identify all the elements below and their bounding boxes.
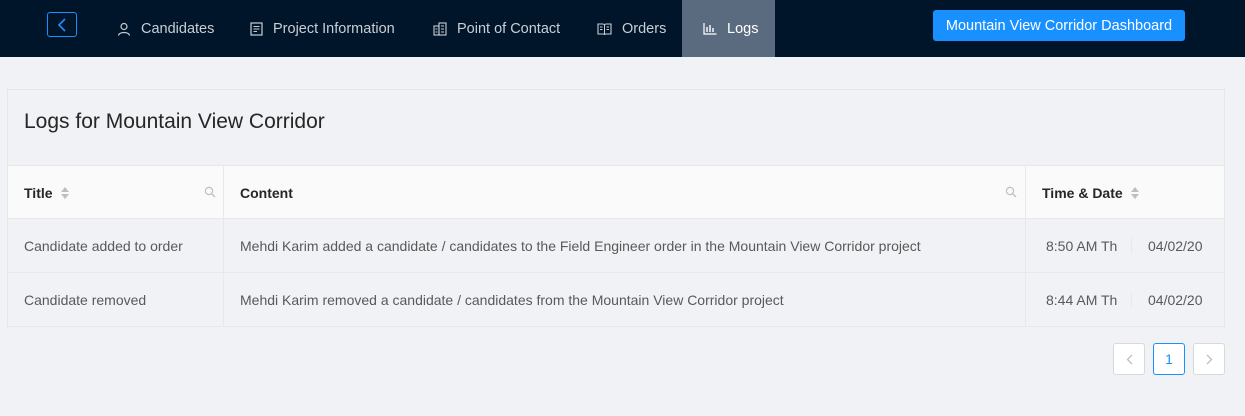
nav-item-label: Project Information [273, 20, 395, 37]
chevron-right-icon [1206, 354, 1212, 364]
project-dashboard-button[interactable]: Mountain View Corridor Dashboard [933, 10, 1185, 41]
nav-item-orders[interactable]: Orders [597, 0, 666, 57]
nav-item-candidates[interactable]: Candidates [117, 0, 214, 57]
pagination-prev-button[interactable] [1113, 343, 1145, 375]
log-title: Candidate added to order [24, 237, 183, 254]
document-icon [250, 21, 263, 36]
column-divider [1025, 166, 1026, 219]
sort-icon[interactable] [60, 186, 69, 199]
nav-item-label: Orders [622, 20, 667, 37]
back-button[interactable] [47, 12, 77, 37]
nav-item-label: Candidates [141, 20, 215, 37]
nav-item-label: Point of Contact [457, 20, 561, 37]
nav-item-label: Logs [727, 20, 759, 37]
log-date: 04/02/20 [1148, 237, 1203, 254]
table-row: Candidate added to order Mehdi Karim add… [8, 219, 1224, 273]
log-content: Mehdi Karim removed a candidate / candid… [240, 291, 784, 308]
book-icon [597, 23, 612, 35]
cell-separator [1131, 292, 1132, 308]
user-icon [117, 22, 131, 36]
pagination-next-button[interactable] [1193, 343, 1225, 375]
log-time: 8:44 AM Th [1046, 291, 1118, 308]
table-row: Candidate removed Mehdi Karim removed a … [8, 273, 1224, 327]
column-divider [223, 273, 224, 326]
nav-item-project-information[interactable]: Project Information [250, 0, 395, 57]
column-header-label: Time & Date [1042, 184, 1123, 201]
search-icon[interactable] [204, 186, 216, 198]
column-header-content: Content [240, 166, 293, 219]
sort-icon[interactable] [1130, 186, 1139, 199]
log-date: 04/02/20 [1148, 291, 1203, 308]
column-header-label: Content [240, 184, 293, 201]
log-time: 8:50 AM Th [1046, 237, 1118, 254]
search-icon[interactable] [1005, 186, 1017, 198]
top-navigation-bar: Candidates Project Information Point of … [0, 0, 1245, 57]
chevron-left-icon [57, 17, 66, 32]
column-divider [1025, 219, 1026, 272]
column-header-label: Title [24, 184, 53, 201]
logs-table: Title Content Time & Date Candidate adde… [8, 165, 1224, 327]
chevron-left-icon [1126, 354, 1132, 364]
column-header-title[interactable]: Title [24, 166, 69, 219]
nav-item-logs[interactable]: Logs [682, 0, 775, 57]
logs-card: Logs for Mountain View Corridor Title Co… [7, 89, 1225, 327]
page-title: Logs for Mountain View Corridor [24, 110, 325, 133]
column-divider [223, 219, 224, 272]
column-header-time-date[interactable]: Time & Date [1042, 166, 1139, 219]
column-divider [1025, 273, 1026, 326]
building-icon [433, 21, 447, 36]
pagination-page-button[interactable]: 1 [1153, 343, 1185, 375]
bar-chart-icon [703, 22, 717, 35]
nav-item-point-of-contact[interactable]: Point of Contact [433, 0, 560, 57]
log-content: Mehdi Karim added a candidate / candidat… [240, 237, 921, 254]
log-title: Candidate removed [24, 291, 147, 308]
table-header: Title Content Time & Date [8, 165, 1224, 219]
cell-separator [1131, 238, 1132, 254]
column-divider [223, 166, 224, 219]
